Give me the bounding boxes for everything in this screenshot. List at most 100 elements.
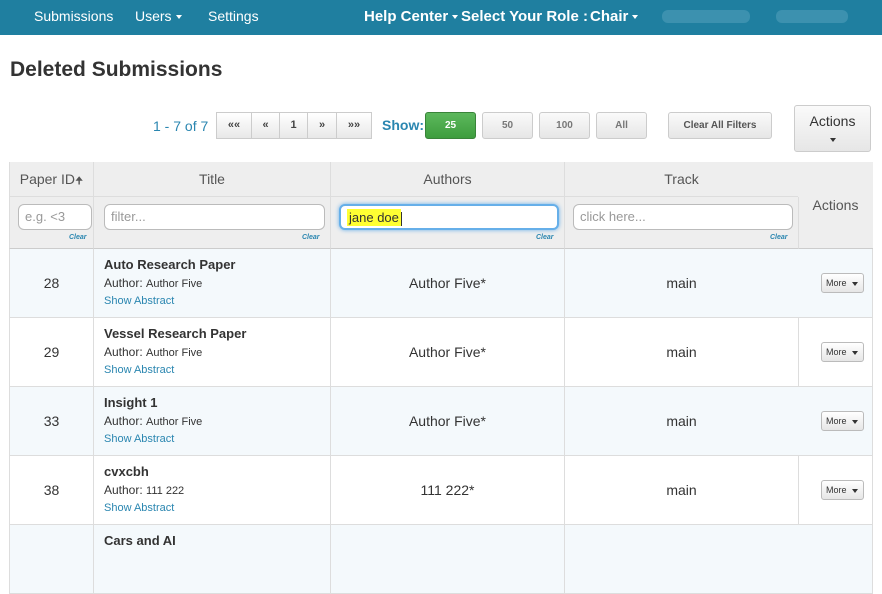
show-abstract-link[interactable]: Show Abstract — [104, 433, 174, 445]
nav-help-center-label: Help Center — [364, 8, 449, 25]
page-title: Deleted Submissions — [10, 58, 223, 81]
author-prefix: Author: — [104, 414, 143, 428]
filter-cell-track: click here... Clear — [565, 197, 799, 249]
page-last-button[interactable]: »» — [336, 112, 372, 139]
nav-settings[interactable]: Settings — [208, 0, 259, 35]
paper-id-cell: 29 — [9, 318, 94, 387]
track-cell: main — [565, 318, 799, 387]
filter-cell-authors: jane doe Clear — [331, 197, 565, 249]
authors-filter-clear[interactable]: Clear — [536, 234, 554, 241]
track-cell: main — [565, 249, 799, 318]
paper-id-cell: 33 — [9, 387, 94, 456]
more-button[interactable]: More — [821, 411, 864, 431]
track-filter-clear[interactable]: Clear — [770, 234, 788, 241]
track-cell — [565, 525, 799, 594]
authors-filter-value: jane doe — [347, 209, 401, 226]
more-button[interactable]: More — [821, 273, 864, 293]
author-prefix: Author: — [104, 345, 143, 359]
chevron-down-icon — [632, 15, 639, 20]
more-button[interactable]: More — [821, 480, 864, 500]
show-label: Show: — [382, 117, 424, 133]
authors-cell: 111 222* — [331, 456, 565, 525]
top-navbar: Submissions Users Settings Help Center S… — [0, 0, 882, 35]
paper-title[interactable]: cvxcbh — [104, 464, 149, 479]
paper-id-filter-clear[interactable]: Clear — [69, 234, 87, 241]
chevron-down-icon — [852, 489, 858, 493]
paper-author-line: Author: 111 222 — [104, 483, 184, 497]
redacted-user-menu[interactable] — [776, 10, 848, 23]
paper-title[interactable]: Vessel Research Paper — [104, 326, 246, 341]
authors-filter-input[interactable]: jane doe — [339, 204, 559, 230]
title-filter-clear[interactable]: Clear — [302, 234, 320, 241]
nav-submissions[interactable]: Submissions — [34, 0, 113, 35]
more-button-label: More — [826, 416, 847, 426]
filter-cell-title: filter... Clear — [94, 197, 331, 249]
actions-dropdown-button[interactable]: Actions — [794, 105, 871, 152]
show-abstract-link[interactable]: Show Abstract — [104, 502, 174, 514]
show-all-button[interactable]: All — [596, 112, 647, 139]
track-cell: main — [565, 387, 799, 456]
author-name: Author Five — [146, 347, 203, 359]
authors-cell: Author Five* — [331, 387, 565, 456]
paper-title[interactable]: Insight 1 — [104, 395, 157, 410]
paper-author-line: Author: Author Five — [104, 345, 202, 359]
page-next-button[interactable]: » — [307, 112, 337, 139]
actions-button-label: Actions — [809, 113, 856, 129]
show-50-button[interactable]: 50 — [482, 112, 533, 139]
page-1-button[interactable]: 1 — [279, 112, 308, 139]
paper-author-line: Author: Author Five — [104, 276, 202, 290]
more-button-label: More — [826, 347, 847, 357]
role-dropdown[interactable]: Chair — [590, 0, 639, 35]
author-name: Author Five — [146, 278, 203, 290]
page-first-button[interactable]: «« — [216, 112, 252, 139]
chevron-down-icon — [452, 15, 459, 20]
more-button-label: More — [826, 485, 847, 495]
author-name: Author Five — [146, 416, 203, 428]
chevron-down-icon — [852, 282, 858, 286]
authors-cell: Author Five* — [331, 249, 565, 318]
pagination-range: 1 - 7 of 7 — [153, 118, 209, 134]
redacted-user-name — [662, 10, 750, 23]
header-title[interactable]: Title — [94, 162, 331, 197]
authors-cell — [331, 525, 565, 594]
more-button-label: More — [826, 278, 847, 288]
show-abstract-link[interactable]: Show Abstract — [104, 364, 174, 376]
role-label: Select Your Role : — [461, 8, 588, 25]
page-prev-button[interactable]: « — [251, 112, 280, 139]
more-button[interactable]: More — [821, 342, 864, 362]
author-prefix: Author: — [104, 276, 143, 290]
show-25-button[interactable]: 25 — [425, 112, 476, 139]
clear-all-filters-button[interactable]: Clear All Filters — [668, 112, 772, 139]
paper-author-line: Author: Author Five — [104, 414, 202, 428]
chevron-down-icon — [852, 351, 858, 355]
chevron-down-icon — [175, 15, 182, 20]
header-track[interactable]: Track — [565, 162, 799, 197]
nav-help-center-dropdown[interactable]: Help Center — [364, 0, 459, 35]
paper-id-cell: 28 — [9, 249, 94, 318]
show-abstract-link[interactable]: Show Abstract — [104, 295, 174, 307]
sort-up-icon: 🠉 — [74, 176, 84, 187]
nav-users-dropdown[interactable]: Users — [135, 0, 182, 35]
paper-title[interactable]: Auto Research Paper — [104, 257, 236, 272]
paper-id-cell — [9, 525, 94, 594]
header-paper-id-label: Paper ID — [19, 171, 75, 187]
track-filter-input[interactable]: click here... — [573, 204, 793, 230]
role-value: Chair — [590, 8, 629, 25]
chevron-down-icon — [829, 138, 836, 142]
title-filter-input[interactable]: filter... — [104, 204, 325, 230]
header-actions: Actions — [798, 162, 873, 249]
chevron-down-icon — [852, 420, 858, 424]
paper-id-filter-input[interactable]: e.g. <3 — [18, 204, 92, 230]
filter-cell-paper-id: e.g. <3 Clear — [9, 197, 94, 249]
nav-users-label: Users — [135, 8, 172, 24]
show-100-button[interactable]: 100 — [539, 112, 590, 139]
author-prefix: Author: — [104, 483, 143, 497]
paper-id-cell: 38 — [9, 456, 94, 525]
authors-cell: Author Five* — [331, 318, 565, 387]
author-name: 111 222 — [146, 485, 185, 497]
paper-title[interactable]: Cars and AI — [104, 533, 176, 548]
track-cell: main — [565, 456, 799, 525]
text-cursor — [400, 211, 402, 226]
header-authors[interactable]: Authors — [331, 162, 565, 197]
header-paper-id[interactable]: Paper ID🠉 — [9, 162, 94, 197]
